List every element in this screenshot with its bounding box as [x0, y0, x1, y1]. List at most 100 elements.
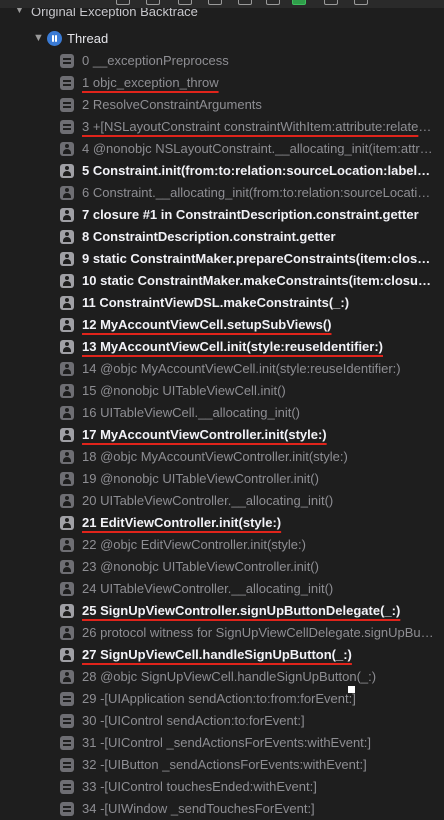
person-icon — [60, 340, 74, 354]
briefcase-icon — [60, 714, 74, 728]
stack-frame-label: 33 -[UIControl touchesEnded:withEvent:] — [82, 779, 317, 794]
stack-frame-label: 16 UITableViewCell.__allocating_init() — [82, 405, 300, 420]
stack-frame-label: 26 protocol witness for SignUpViewCellDe… — [82, 625, 434, 640]
stack-frame-label: 10 static ConstraintMaker.makeConstraint… — [82, 273, 434, 288]
stack-frame[interactable]: 1 objc_exception_throw — [0, 72, 444, 94]
stack-frame[interactable]: 6 Constraint.__allocating_init(from:to:r… — [0, 182, 444, 204]
bank-icon — [60, 98, 74, 112]
stack-frame-label: 21 EditViewController.init(style:) — [82, 515, 282, 530]
stack-frame[interactable]: 30 -[UIControl sendAction:to:forEvent:] — [0, 710, 444, 732]
navigator-toolbar — [0, 0, 444, 8]
person-icon — [60, 582, 74, 596]
stack-frame[interactable]: 10 static ConstraintMaker.makeConstraint… — [0, 270, 444, 292]
person-icon — [60, 648, 74, 662]
stack-frame[interactable]: 5 Constraint.init(from:to:relation:sourc… — [0, 160, 444, 182]
stack-frame[interactable]: 21 EditViewController.init(style:) — [0, 512, 444, 534]
breakpoint-icon[interactable] — [324, 0, 338, 5]
stack-frame[interactable]: 16 UITableViewCell.__allocating_init() — [0, 402, 444, 424]
stack-frame[interactable]: 13 MyAccountViewCell.init(style:reuseIde… — [0, 336, 444, 358]
stack-frame[interactable]: 19 @nonobjc UITableViewController.init() — [0, 468, 444, 490]
bank-icon — [60, 120, 74, 134]
hierarchy-icon[interactable] — [178, 0, 192, 5]
chevron-down-icon[interactable]: ▼ — [33, 32, 44, 44]
bank-icon — [60, 54, 74, 68]
stack-frame[interactable]: 34 -[UIWindow _sendTouchesForEvent:] — [0, 798, 444, 820]
person-icon — [60, 450, 74, 464]
stack-frame-label: 19 @nonobjc UITableViewController.init() — [82, 471, 319, 486]
file-icon[interactable] — [116, 0, 130, 5]
stack-frame[interactable]: 29 -[UIApplication sendAction:to:from:fo… — [0, 688, 444, 710]
stack-frame[interactable]: 7 closure #1 in ConstraintDescription.co… — [0, 204, 444, 226]
stack-frame[interactable]: 9 static ConstraintMaker.prepareConstrai… — [0, 248, 444, 270]
stack-frame-label: 31 -[UIControl _sendActionsForEvents:wit… — [82, 735, 372, 750]
debug-icon[interactable] — [292, 0, 306, 5]
stack-frame-label: 17 MyAccountViewController.init(style:) — [82, 427, 327, 442]
stack-frame[interactable]: 26 protocol witness for SignUpViewCellDe… — [0, 622, 444, 644]
stack-frame[interactable]: 27 SignUpViewCell.handleSignUpButton(_:) — [0, 644, 444, 666]
briefcase-icon — [60, 780, 74, 794]
thread-icon — [47, 31, 62, 46]
stack-frame[interactable]: 32 -[UIButton _sendActionsForEvents:with… — [0, 754, 444, 776]
stack-frame[interactable]: 24 UITableViewController.__allocating_in… — [0, 578, 444, 600]
stack-frame[interactable]: 17 MyAccountViewController.init(style:) — [0, 424, 444, 446]
stack-frame[interactable]: 15 @nonobjc UITableViewCell.init() — [0, 380, 444, 402]
stack-frame-label: 9 static ConstraintMaker.prepareConstrai… — [82, 251, 434, 266]
thread-row[interactable]: ▼ Thread — [0, 28, 444, 50]
stack-frame-label: 0 __exceptionPreprocess — [82, 53, 229, 68]
stack-frame-label: 3 +[NSLayoutConstraint constraintWithIte… — [82, 119, 434, 134]
stack-frame[interactable]: 22 @objc EditViewController.init(style:) — [0, 534, 444, 556]
stack-frame[interactable]: 28 @objc SignUpViewCell.handleSignUpButt… — [0, 666, 444, 688]
stack-frame[interactable]: 14 @objc MyAccountViewCell.init(style:re… — [0, 358, 444, 380]
person-icon — [60, 230, 74, 244]
stack-frame[interactable]: 33 -[UIControl touchesEnded:withEvent:] — [0, 776, 444, 798]
person-icon — [60, 208, 74, 222]
briefcase-icon — [60, 736, 74, 750]
stack-frame-label: 4 @nonobjc NSLayoutConstraint.__allocati… — [82, 141, 434, 156]
person-icon — [60, 560, 74, 574]
stack-frame[interactable]: 11 ConstraintViewDSL.makeConstraints(_:) — [0, 292, 444, 314]
person-icon — [60, 406, 74, 420]
mouse-cursor — [348, 686, 355, 693]
stack-frame[interactable]: 12 MyAccountViewCell.setupSubViews() — [0, 314, 444, 336]
issue-icon[interactable] — [238, 0, 252, 5]
stack-frame[interactable]: 0 __exceptionPreprocess — [0, 50, 444, 72]
stack-frame-label: 30 -[UIControl sendAction:to:forEvent:] — [82, 713, 305, 728]
stack-frame-label: 7 closure #1 in ConstraintDescription.co… — [82, 207, 419, 222]
stack-frame[interactable]: 20 UITableViewController.__allocating_in… — [0, 490, 444, 512]
test-icon[interactable] — [266, 0, 280, 5]
stack-frame[interactable]: 18 @objc MyAccountViewController.init(st… — [0, 446, 444, 468]
briefcase-icon — [60, 802, 74, 816]
person-icon — [60, 164, 74, 178]
stack-frame-label: 12 MyAccountViewCell.setupSubViews() — [82, 317, 332, 332]
stack-frame-label: 6 Constraint.__allocating_init(from:to:r… — [82, 185, 434, 200]
backtrace-section-header[interactable]: ▼ Original Exception Backtrace — [0, 8, 444, 28]
stack-frame[interactable]: 8 ConstraintDescription.constraint.gette… — [0, 226, 444, 248]
report-icon[interactable] — [354, 0, 368, 5]
person-icon — [60, 252, 74, 266]
person-icon — [60, 472, 74, 486]
section-title: Original Exception Backtrace — [31, 8, 198, 19]
briefcase-icon — [60, 692, 74, 706]
person-icon — [60, 318, 74, 332]
briefcase-icon — [60, 758, 74, 772]
stack-frame-label: 23 @nonobjc UITableViewController.init() — [82, 559, 319, 574]
stack-frame-label: 22 @objc EditViewController.init(style:) — [82, 537, 306, 552]
person-icon — [60, 670, 74, 684]
stack-frame-label: 24 UITableViewController.__allocating_in… — [82, 581, 334, 596]
stack-frame[interactable]: 3 +[NSLayoutConstraint constraintWithIte… — [0, 116, 444, 138]
stack-frame[interactable]: 2 ResolveConstraintArguments — [0, 94, 444, 116]
person-icon — [60, 494, 74, 508]
stack-frame[interactable]: 4 @nonobjc NSLayoutConstraint.__allocati… — [0, 138, 444, 160]
stack-frame-label: 15 @nonobjc UITableViewCell.init() — [82, 383, 286, 398]
stack-frame-label: 29 -[UIApplication sendAction:to:from:fo… — [82, 691, 356, 706]
stack-frame[interactable]: 25 SignUpViewController.signUpButtonDele… — [0, 600, 444, 622]
chevron-down-icon[interactable]: ▼ — [14, 8, 25, 16]
person-icon — [60, 274, 74, 288]
stack-frame[interactable]: 23 @nonobjc UITableViewController.init() — [0, 556, 444, 578]
stack-frame-label: 18 @objc MyAccountViewController.init(st… — [82, 449, 348, 464]
stack-frame-label: 34 -[UIWindow _sendTouchesForEvent:] — [82, 801, 315, 816]
source-control-icon[interactable] — [146, 0, 160, 5]
stack-frame-label: 13 MyAccountViewCell.init(style:reuseIde… — [82, 339, 383, 354]
stack-frame[interactable]: 31 -[UIControl _sendActionsForEvents:wit… — [0, 732, 444, 754]
search-icon[interactable] — [208, 0, 222, 5]
